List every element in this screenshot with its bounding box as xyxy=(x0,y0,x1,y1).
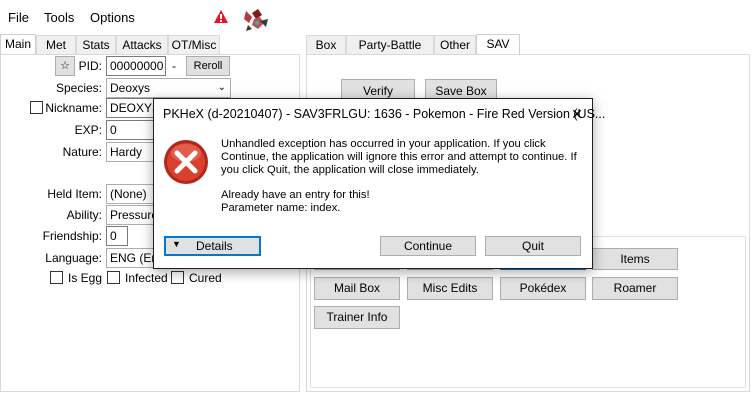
ability-label: Ability: xyxy=(66,208,102,222)
menu-options[interactable]: Options xyxy=(90,10,135,25)
chevron-down-icon: ⌄ xyxy=(217,82,226,93)
dialog-title-bar: PKHeX (d-20210407) - SAV3FRLGU: 1636 - P… xyxy=(154,99,605,128)
menu-file[interactable]: File xyxy=(8,10,29,25)
pid-label: PID: xyxy=(78,59,102,73)
dialog-close-button[interactable]: ✕ xyxy=(564,103,590,125)
mail-box-button[interactable]: Mail Box xyxy=(314,277,400,300)
cured-label: Cured xyxy=(189,271,222,285)
held-item-label: Held Item: xyxy=(47,187,102,201)
is-egg-label: Is Egg xyxy=(68,271,103,285)
star-button[interactable]: ☆ xyxy=(55,56,75,76)
friendship-label: Friendship: xyxy=(42,229,102,243)
species-label: Species: xyxy=(55,81,102,95)
species-select[interactable]: Deoxys ⌄ xyxy=(106,78,231,98)
ability-select[interactable]: Pressure xyxy=(106,205,156,225)
pid-input[interactable]: 00000000 xyxy=(106,56,166,76)
error-dialog: PKHeX (d-20210407) - SAV3FRLGU: 1636 - P… xyxy=(153,98,605,269)
dialog-message-line-3: you click Quit, the application will clo… xyxy=(221,164,479,176)
dialog-title: PKHeX (d-20210407) - SAV3FRLGU: 1636 - P… xyxy=(163,107,606,121)
tab-ot-misc[interactable]: OT/Misc xyxy=(168,35,220,55)
dialog-message-line-4: Already have an entry for this! xyxy=(221,189,370,201)
dialog-message-line-5: Parameter name: index. xyxy=(221,202,341,214)
language-label: Language: xyxy=(45,251,102,265)
dialog-message-line-1: Unhandled exception has occurred in your… xyxy=(221,138,546,150)
quit-button[interactable]: Quit xyxy=(485,236,581,256)
tab-stats[interactable]: Stats xyxy=(76,35,116,55)
pokemon-sprite-icon xyxy=(244,9,268,31)
species-value: Deoxys xyxy=(110,81,151,95)
caret-down-icon: ▼ xyxy=(172,239,181,249)
tab-attacks[interactable]: Attacks xyxy=(116,35,168,55)
details-label: Details xyxy=(196,239,233,253)
nature-select[interactable]: Hardy xyxy=(106,142,156,162)
roamer-button[interactable]: Roamer xyxy=(592,277,678,300)
language-select[interactable]: ENG (Eng xyxy=(106,248,156,268)
is-egg-checkbox[interactable] xyxy=(50,271,63,284)
error-icon xyxy=(164,140,208,184)
pokedex-button[interactable]: Pokédex xyxy=(500,277,586,300)
dialog-message-line-2: Continue, the application will ignore th… xyxy=(221,151,577,163)
menu-tools[interactable]: Tools xyxy=(44,10,74,25)
cured-checkbox[interactable] xyxy=(171,271,184,284)
dialog-body: Unhandled exception has occurred in your… xyxy=(154,128,592,268)
nickname-label: Nickname: xyxy=(45,101,102,115)
nature-label: Nature: xyxy=(62,145,102,159)
infected-label: Infected xyxy=(125,271,168,285)
items-button[interactable]: Items xyxy=(592,248,678,270)
trainer-info-button[interactable]: Trainer Info xyxy=(314,306,400,329)
nickname-checkbox[interactable] xyxy=(30,101,43,114)
friendship-input[interactable]: 0 xyxy=(106,226,128,246)
tab-main[interactable]: Main xyxy=(0,34,36,55)
menu-bar: File Tools Options xyxy=(0,0,752,32)
held-item-select[interactable]: (None) xyxy=(106,184,156,204)
infected-checkbox[interactable] xyxy=(107,271,120,284)
pid-dash: - xyxy=(172,59,176,73)
continue-button[interactable]: Continue xyxy=(380,236,476,256)
details-button[interactable]: ▼ Details xyxy=(164,236,261,256)
warning-icon[interactable] xyxy=(213,9,229,24)
tab-party-battle-box[interactable]: Party-Battle Box xyxy=(346,35,434,71)
exp-label: EXP: xyxy=(74,123,102,137)
reroll-button[interactable]: Reroll xyxy=(186,56,230,76)
tab-met[interactable]: Met xyxy=(36,35,76,55)
misc-edits-button[interactable]: Misc Edits xyxy=(407,277,493,300)
tab-other[interactable]: Other xyxy=(434,35,476,55)
tab-box[interactable]: Box xyxy=(306,35,346,55)
exp-input[interactable]: 0 xyxy=(106,120,156,140)
tab-sav[interactable]: SAV xyxy=(476,34,520,55)
nickname-input[interactable]: DEOXYS xyxy=(106,98,156,118)
